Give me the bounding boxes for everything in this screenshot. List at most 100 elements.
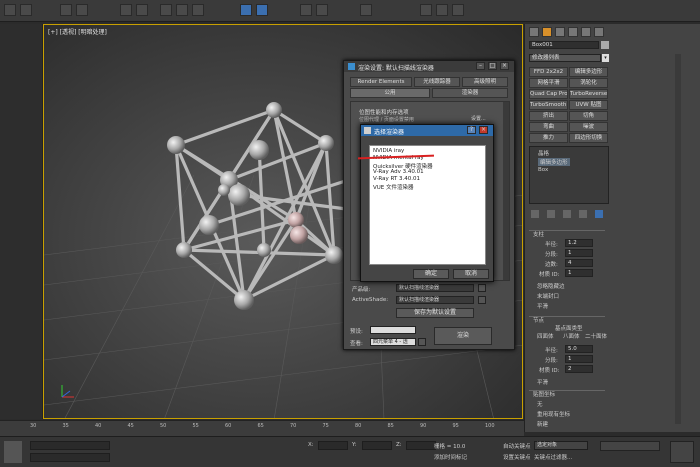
close-icon[interactable]: × bbox=[479, 126, 488, 134]
modifier-button[interactable]: TurboSmooth Pro bbox=[529, 100, 568, 110]
production-renderer-field[interactable]: 默认扫描线渲染器 bbox=[396, 284, 474, 292]
strut-segments-field[interactable]: 1 bbox=[565, 249, 593, 257]
stack-item-lattice[interactable]: 晶格 bbox=[538, 149, 549, 157]
modifier-button[interactable]: 噪波 bbox=[569, 122, 608, 132]
maximize-icon[interactable]: □ bbox=[488, 62, 497, 70]
octa-radio[interactable]: 八面体 bbox=[563, 332, 580, 340]
utilities-tab-icon[interactable] bbox=[594, 27, 604, 37]
modify-tab-icon[interactable] bbox=[542, 27, 552, 37]
modifier-button[interactable]: 推力 bbox=[529, 133, 568, 143]
setkey-button[interactable]: 设置关键点 bbox=[503, 453, 531, 461]
tab-common[interactable]: 公用 bbox=[350, 88, 430, 98]
pin-stack-icon[interactable] bbox=[531, 210, 539, 218]
map-new-radio[interactable]: 新建 bbox=[537, 420, 548, 428]
show-end-result-icon[interactable] bbox=[547, 210, 555, 218]
preset-dropdown[interactable] bbox=[370, 326, 416, 334]
common-scrollbar[interactable] bbox=[503, 102, 509, 280]
panel-scrollbar[interactable] bbox=[675, 54, 681, 424]
track-bar[interactable]: 30 35 40 45 50 55 60 65 70 75 80 85 90 95 100 bbox=[0, 420, 524, 436]
snap-icon[interactable] bbox=[240, 4, 252, 16]
stack-item-box[interactable]: Box bbox=[538, 167, 548, 173]
modifier-button[interactable]: 挤出 bbox=[529, 111, 568, 121]
select-region-icon[interactable] bbox=[136, 4, 148, 16]
stack-item-edit-poly[interactable]: 编辑多边形 bbox=[538, 158, 570, 166]
move-icon[interactable] bbox=[160, 4, 172, 16]
choose-activeshade-renderer-button[interactable] bbox=[478, 296, 486, 304]
joint-smooth-checkbox[interactable]: 平滑 bbox=[537, 378, 548, 386]
mirror-icon[interactable] bbox=[300, 4, 312, 16]
modifier-button[interactable]: 弯曲 bbox=[529, 122, 568, 132]
minimize-icon[interactable]: – bbox=[476, 62, 485, 70]
strut-radius-field[interactable]: 1.2 bbox=[565, 239, 593, 247]
maxscript-listener-icon[interactable] bbox=[4, 441, 22, 463]
joint-segments-field[interactable]: 1 bbox=[565, 355, 593, 363]
selected-dropdown[interactable]: 选定对象 bbox=[534, 441, 588, 450]
choose-renderer-titlebar[interactable]: 选择渲染器 ? × bbox=[361, 125, 493, 136]
ok-button[interactable]: 确定 bbox=[413, 269, 449, 279]
strut-material-field[interactable]: 1 bbox=[565, 269, 593, 277]
add-time-tag[interactable]: 添加时间标记 bbox=[434, 453, 467, 461]
motion-tab-icon[interactable] bbox=[568, 27, 578, 37]
remove-modifier-icon[interactable] bbox=[579, 210, 587, 218]
strut-smooth-checkbox[interactable]: 平滑 bbox=[537, 302, 548, 310]
tab-renderer[interactable]: 渲染器 bbox=[432, 88, 508, 98]
y-field[interactable] bbox=[362, 441, 392, 450]
strut-sides-field[interactable]: 4 bbox=[565, 259, 593, 267]
end-caps-checkbox[interactable]: 末端封口 bbox=[537, 292, 559, 300]
angle-snap-icon[interactable] bbox=[256, 4, 268, 16]
redo-icon[interactable] bbox=[20, 4, 32, 16]
autokey-button[interactable]: 自动关键点 bbox=[503, 442, 531, 450]
viewport-nav-controls[interactable] bbox=[670, 441, 694, 463]
playback-controls[interactable] bbox=[600, 441, 660, 451]
joint-radius-field[interactable]: 5.0 bbox=[565, 345, 593, 353]
hierarchy-tab-icon[interactable] bbox=[555, 27, 565, 37]
modifier-button[interactable]: 切角 bbox=[569, 111, 608, 121]
lock-view-icon[interactable] bbox=[418, 338, 426, 346]
modifier-button[interactable]: TurboReverse bbox=[569, 89, 608, 99]
scale-icon[interactable] bbox=[192, 4, 204, 16]
material-editor-icon[interactable] bbox=[420, 4, 432, 16]
renderer-item-iray[interactable]: NVIDIA iray bbox=[373, 148, 404, 154]
render-setup-titlebar[interactable]: 渲染设置: 默认扫描线渲染器 – □ × bbox=[344, 61, 514, 72]
key-filters-button[interactable]: 关键点过滤器... bbox=[534, 453, 572, 461]
tab-raytracer[interactable]: 光线跟踪器 bbox=[414, 77, 460, 87]
cancel-button[interactable]: 取消 bbox=[453, 269, 489, 279]
object-color-swatch[interactable] bbox=[601, 41, 609, 49]
activeshade-renderer-field[interactable]: 默认扫描线渲染器 bbox=[396, 296, 474, 304]
modifier-button[interactable]: 网格平滑 bbox=[529, 78, 568, 88]
modifier-button[interactable]: UVW 贴图 bbox=[569, 100, 608, 110]
choose-production-renderer-button[interactable] bbox=[478, 284, 486, 292]
link-icon[interactable] bbox=[60, 4, 72, 16]
joint-material-field[interactable]: 2 bbox=[565, 365, 593, 373]
renderer-item-vray-rt[interactable]: V-Ray RT 3.40.01 bbox=[373, 176, 420, 182]
help-button[interactable]: ? bbox=[467, 126, 476, 134]
render-button[interactable]: 渲染 bbox=[434, 327, 492, 345]
configure-sets-icon[interactable] bbox=[595, 210, 603, 218]
tetra-radio[interactable]: 四面体 bbox=[537, 332, 554, 340]
renderer-list[interactable]: NVIDIA iray NVIDIA mental ray Quicksilve… bbox=[369, 145, 486, 265]
make-unique-icon[interactable] bbox=[563, 210, 571, 218]
object-name-field[interactable]: Box001 bbox=[529, 41, 599, 49]
modifier-button[interactable]: 编辑多边形 bbox=[569, 67, 608, 77]
rotate-icon[interactable] bbox=[176, 4, 188, 16]
tab-advanced-lighting[interactable]: 高级照明 bbox=[462, 77, 508, 87]
modifier-list-dropdown[interactable]: 修改器列表 bbox=[529, 54, 601, 62]
create-tab-icon[interactable] bbox=[529, 27, 539, 37]
close-icon[interactable]: × bbox=[500, 62, 509, 70]
align-icon[interactable] bbox=[316, 4, 328, 16]
icosa-radio[interactable]: 二十面体 bbox=[585, 332, 607, 340]
tab-render-elements[interactable]: Render Elements bbox=[350, 77, 412, 87]
save-as-default-button[interactable]: 保存为默认设置 bbox=[396, 308, 474, 318]
render-setup-icon[interactable] bbox=[436, 4, 448, 16]
modifier-stack[interactable]: 晶格 编辑多边形 Box bbox=[529, 146, 609, 204]
x-field[interactable] bbox=[318, 441, 348, 450]
ignore-hidden-checkbox[interactable]: 忽略隐藏边 bbox=[537, 282, 565, 290]
map-none-radio[interactable]: 无 bbox=[537, 400, 543, 408]
bitmap-setup-button[interactable]: 设置... bbox=[471, 115, 486, 122]
renderer-item-vray-adv[interactable]: V-Ray Adv 3.40.01 bbox=[373, 169, 424, 175]
render-icon[interactable] bbox=[452, 4, 464, 16]
modifier-button[interactable]: 涡轮化 bbox=[569, 78, 608, 88]
z-field[interactable] bbox=[406, 441, 436, 450]
select-icon[interactable] bbox=[120, 4, 132, 16]
layer-icon[interactable] bbox=[360, 4, 372, 16]
